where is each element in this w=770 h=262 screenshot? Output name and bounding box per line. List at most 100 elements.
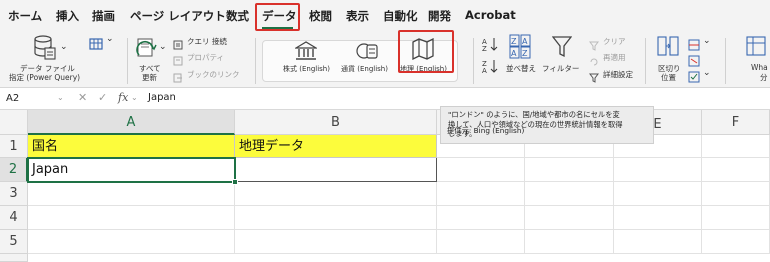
cell-a3[interactable] <box>28 182 235 206</box>
cell-b4[interactable] <box>235 206 437 230</box>
sort-label[interactable]: 並べ替え <box>506 63 536 74</box>
chevron-down-icon-4[interactable]: ⌄ <box>703 36 711 46</box>
cancel-icon[interactable]: ✕ <box>78 91 87 104</box>
tab-page-layout[interactable]: ページ レイアウト <box>130 8 226 24</box>
ribbon-separator <box>645 38 646 84</box>
cell-d3[interactable] <box>525 182 614 206</box>
formula-input[interactable]: Japan <box>148 92 176 103</box>
cell-d5[interactable] <box>525 230 614 254</box>
column-header-b[interactable]: B <box>235 110 437 135</box>
filter-label[interactable]: フィルター <box>542 63 579 74</box>
chevron-down-icon-6[interactable]: ⌄ <box>57 93 64 102</box>
cell-b1[interactable]: 地理データ <box>235 135 437 158</box>
row-header-2[interactable]: 2 <box>0 158 28 182</box>
reapply-label[interactable]: 再適用 <box>603 52 626 63</box>
chevron-down-icon-5[interactable]: ⌄ <box>703 68 711 78</box>
svg-text:Z: Z <box>522 49 528 58</box>
cell-a1[interactable]: 国名 <box>28 135 235 158</box>
refresh-all-icon[interactable] <box>133 36 159 64</box>
geography-tooltip: "ロンドン" のように、国/地域や都市の名にセルを変 換して、人口や領域などの現… <box>440 106 654 144</box>
properties-label[interactable]: プロパティ <box>187 52 224 63</box>
cell-f2[interactable] <box>702 158 770 182</box>
text-to-columns-icon[interactable] <box>657 35 679 61</box>
cell-e3[interactable] <box>614 182 702 206</box>
advanced-filter-icon[interactable] <box>589 68 599 87</box>
row-header-6[interactable] <box>0 254 28 262</box>
cell-f1[interactable] <box>702 135 770 158</box>
refresh-all-label-line2[interactable]: 更新 <box>142 72 157 83</box>
cell-c2[interactable] <box>437 158 525 182</box>
name-box[interactable]: A2 <box>4 91 62 107</box>
table-grid-icon[interactable] <box>89 35 105 54</box>
confirm-icon[interactable]: ✓ <box>98 91 107 104</box>
tab-review[interactable]: 校閲 <box>309 8 332 24</box>
cell-b3[interactable] <box>235 182 437 206</box>
row-header-5[interactable]: 5 <box>0 230 28 254</box>
filter-funnel-icon[interactable] <box>551 36 573 62</box>
ribbon-separator <box>725 38 726 84</box>
advanced-label[interactable]: 詳細設定 <box>603 69 633 80</box>
chevron-down-icon-2[interactable]: ⌄ <box>106 34 114 44</box>
cell-f4[interactable] <box>702 206 770 230</box>
cell-c5[interactable] <box>437 230 525 254</box>
tab-automate[interactable]: 自動化 <box>383 8 418 24</box>
cell-b5[interactable] <box>235 230 437 254</box>
tooltip-line-1: "ロンドン" のように、国/地域や都市の名にセルを変 <box>448 110 620 119</box>
tab-developer[interactable]: 開発 <box>428 8 451 24</box>
cell-d4[interactable] <box>525 206 614 230</box>
cell-f5[interactable] <box>702 230 770 254</box>
ribbon-separator <box>127 38 128 84</box>
column-header-f[interactable]: F <box>702 110 770 135</box>
insert-function-icon[interactable]: fx <box>118 91 128 104</box>
cell-b2[interactable] <box>235 158 437 182</box>
stocks-bank-icon[interactable] <box>293 41 319 65</box>
cell-a5[interactable] <box>28 230 235 254</box>
svg-text:Z: Z <box>482 45 487 51</box>
sort-dialog-icon[interactable]: Z A A Z <box>509 34 533 64</box>
what-if-analysis-icon[interactable] <box>746 35 766 61</box>
cell-d2[interactable] <box>525 158 614 182</box>
cell-c4[interactable] <box>437 206 525 230</box>
row-header-4[interactable]: 4 <box>0 206 28 230</box>
cell-e4[interactable] <box>614 206 702 230</box>
book-links-label[interactable]: ブックのリンク <box>187 69 240 80</box>
fill-handle[interactable] <box>232 179 238 185</box>
tab-acrobat[interactable]: Acrobat <box>465 8 516 22</box>
stocks-label[interactable]: 株式 (English) <box>283 64 330 74</box>
cell-f3[interactable] <box>702 182 770 206</box>
clear-label[interactable]: クリア <box>603 36 626 47</box>
sort-za-icon[interactable]: Z A <box>482 58 500 77</box>
tab-formulas[interactable]: 数式 <box>226 8 249 24</box>
row-header-1[interactable]: 1 <box>0 135 28 158</box>
chevron-down-icon[interactable]: ⌄ <box>60 42 68 52</box>
tooltip-source: 提供元: Bing (English) <box>447 126 525 135</box>
tab-insert[interactable]: 挿入 <box>56 8 79 24</box>
get-data-label-line2[interactable]: 指定 (Power Query) <box>9 72 80 83</box>
what-if-label-line2[interactable]: 分 <box>760 72 768 83</box>
data-validation-icon[interactable] <box>688 68 700 87</box>
sort-az-icon[interactable]: A Z <box>482 36 500 55</box>
cell-a4[interactable] <box>28 206 235 230</box>
cell-e5[interactable] <box>614 230 702 254</box>
queries-connections-label[interactable]: クエリ 接続 <box>187 36 227 47</box>
select-all-corner[interactable] <box>0 110 28 135</box>
formula-bar: A2 ⌄ ✕ ✓ fx ⌄ Japan <box>0 88 770 110</box>
book-links-icon[interactable] <box>173 68 183 87</box>
tab-view[interactable]: 表示 <box>346 8 369 24</box>
currencies-label[interactable]: 通貨 (English) <box>341 64 388 74</box>
cell-c3[interactable] <box>437 182 525 206</box>
column-header-a[interactable]: A <box>28 110 235 135</box>
what-if-label-line1[interactable]: Wha <box>751 63 768 72</box>
chevron-down-icon-3[interactable]: ⌄ <box>159 42 167 52</box>
currencies-coins-icon[interactable] <box>355 41 379 65</box>
database-icon[interactable] <box>33 35 57 65</box>
row-header-3[interactable]: 3 <box>0 182 28 206</box>
svg-text:A: A <box>482 67 487 73</box>
cell-e2[interactable] <box>614 158 702 182</box>
chevron-down-icon-7[interactable]: ⌄ <box>131 93 138 102</box>
text-to-columns-label-line2[interactable]: 位置 <box>661 72 676 83</box>
tab-home[interactable]: ホーム <box>8 8 42 24</box>
tab-draw[interactable]: 描画 <box>92 8 115 24</box>
data-tab-highlight <box>255 3 300 31</box>
svg-text:Z: Z <box>511 37 517 46</box>
